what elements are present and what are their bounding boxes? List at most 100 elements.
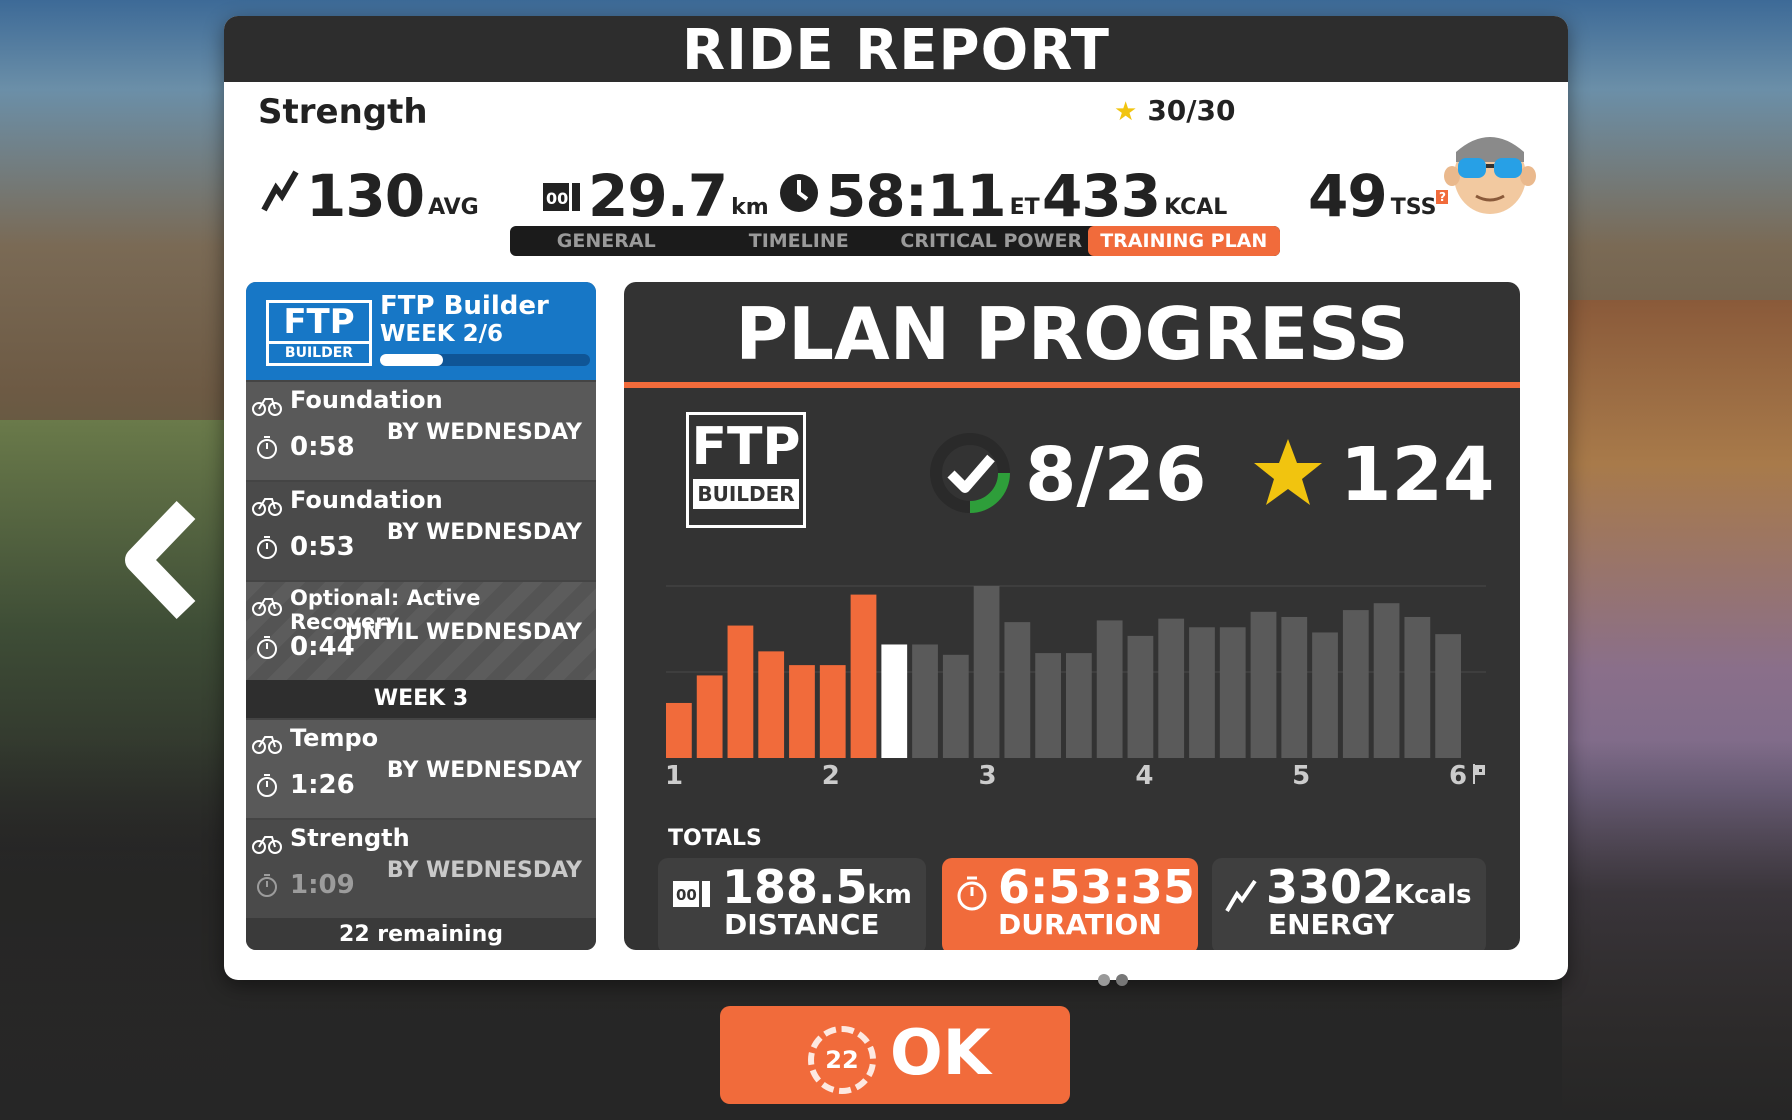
workout-duration: 1:09 xyxy=(290,870,355,900)
tab-critical-power[interactable]: CRITICAL POWER xyxy=(895,226,1088,256)
workout-title: Foundation xyxy=(290,386,443,414)
stopwatch-icon xyxy=(956,874,988,916)
week-progress-fill xyxy=(380,354,443,366)
total-energy: 3302Kcals ENERGY xyxy=(1212,858,1486,950)
chart-tick-label: 1 xyxy=(666,761,683,788)
workout-title: Foundation xyxy=(290,486,443,514)
chart-bar xyxy=(666,702,692,758)
star-icon xyxy=(1250,435,1326,515)
chart-bar xyxy=(912,644,938,758)
plan-week: WEEK 2/6 xyxy=(380,321,504,347)
chart-bar xyxy=(1004,622,1031,758)
chart-bar xyxy=(1435,634,1461,758)
chart-tick-label: 6 xyxy=(1449,761,1467,788)
plan-progress-chart: 1 2 3 4 5 6 xyxy=(666,585,1486,788)
list-item[interactable]: Foundation 0:58 BY WEDNESDAY xyxy=(246,380,596,480)
chart-bar xyxy=(758,651,785,758)
back-arrow-icon[interactable] xyxy=(118,500,208,620)
chart-bar xyxy=(1035,653,1061,758)
chart-bar xyxy=(1066,653,1092,758)
stopwatch-icon xyxy=(256,772,278,802)
list-item[interactable]: Strength 1:09 BY WEDNESDAY xyxy=(246,818,596,918)
workout-due: BY WEDNESDAY xyxy=(386,758,582,783)
workout-due: BY WEDNESDAY xyxy=(386,520,582,545)
stopwatch-icon xyxy=(256,534,278,564)
plan-progress-panel: PLAN PROGRESS FTP BUILDER 8/26 124 1 2 3 4 5… xyxy=(624,282,1520,950)
star-icon: ★ xyxy=(1114,97,1138,127)
chart-bar xyxy=(1250,611,1277,758)
chart-bar xyxy=(942,654,969,758)
list-item[interactable]: Tempo 1:26 BY WEDNESDAY xyxy=(246,718,596,818)
chart-bar xyxy=(973,586,1000,758)
stopwatch-icon xyxy=(256,434,278,464)
chart-bar xyxy=(1373,603,1400,758)
chart-bar xyxy=(727,625,754,758)
chart-bar xyxy=(1281,616,1308,758)
clock-icon xyxy=(778,172,820,218)
chart-bar xyxy=(696,675,723,758)
list-item[interactable]: Foundation 0:53 BY WEDNESDAY xyxy=(246,480,596,580)
workout-duration: 1:26 xyxy=(290,770,355,800)
chart-bar xyxy=(1127,635,1154,758)
workout-due: BY WEDNESDAY xyxy=(386,858,582,883)
week-separator: WEEK 3 xyxy=(246,680,596,718)
remaining-count: 22 remaining xyxy=(246,918,596,950)
svg-text:00: 00 xyxy=(546,189,568,208)
plan-header: FTP BUILDER FTP Builder WEEK 2/6 xyxy=(246,282,596,380)
ride-stars: ★ 30/30 xyxy=(1114,94,1236,127)
bike-icon xyxy=(252,832,282,858)
chart-bar xyxy=(850,594,877,758)
list-item[interactable]: Optional: Active Recovery 0:44 UNTIL WED… xyxy=(246,580,596,680)
chart-tick-label: 3 xyxy=(979,761,997,788)
workout-duration: 0:53 xyxy=(290,532,355,562)
svg-text:00: 00 xyxy=(676,886,697,904)
chart-bar xyxy=(1096,620,1123,758)
chart-bar xyxy=(1158,618,1185,758)
plan-progress-title: PLAN PROGRESS xyxy=(624,282,1520,388)
chart-bar xyxy=(1342,610,1369,758)
chart-bar xyxy=(1189,627,1215,758)
odometer-icon: 00 xyxy=(542,182,582,218)
bike-icon xyxy=(252,494,282,520)
tab-training-plan[interactable]: TRAINING PLAN xyxy=(1087,226,1280,256)
totals-label: TOTALS xyxy=(668,826,762,851)
ok-label: OK xyxy=(890,1016,991,1089)
chart-tick-label: 2 xyxy=(822,761,840,788)
plan-stars: 124 xyxy=(1250,432,1494,518)
week-progress-bar xyxy=(380,354,590,366)
total-duration: 6:53:35 DURATION xyxy=(942,858,1198,950)
avatar xyxy=(1442,118,1538,218)
plan-title: FTP Builder WEEK 2/6 xyxy=(380,291,549,347)
lightning-icon xyxy=(1224,878,1258,918)
page-dot-1[interactable] xyxy=(1098,974,1110,986)
tab-timeline[interactable]: TIMELINE xyxy=(703,226,896,256)
odometer-icon: 00 xyxy=(672,880,712,914)
page-dot-2[interactable] xyxy=(1116,974,1128,986)
total-distance: 00 188.5km DISTANCE xyxy=(658,858,926,950)
stat-tss: 49 TSS ? xyxy=(1308,146,1449,226)
bike-icon xyxy=(252,394,282,420)
chart-bar xyxy=(1404,616,1431,758)
stat-distance: 00 29.7 km xyxy=(542,146,769,226)
workout-due: UNTIL WEDNESDAY xyxy=(344,620,582,645)
plan-schedule: FTP BUILDER FTP Builder WEEK 2/6 Foundat… xyxy=(246,282,596,950)
countdown-timer: 22 xyxy=(808,1026,876,1094)
tab-general[interactable]: GENERAL xyxy=(510,226,703,256)
ok-button[interactable]: 22 OK xyxy=(720,1006,1070,1104)
checkmark-progress-icon xyxy=(929,432,1011,518)
workout-title: Tempo xyxy=(290,724,379,752)
chart-bar xyxy=(881,644,908,758)
lightning-icon xyxy=(260,168,300,218)
workout-duration: 0:58 xyxy=(290,432,355,462)
ftp-builder-logo: FTP BUILDER xyxy=(686,412,806,528)
chart-tick-label: 4 xyxy=(1135,761,1153,788)
workout-title: Strength xyxy=(290,824,410,852)
chart-bar xyxy=(819,665,846,758)
stopwatch-icon xyxy=(256,634,278,664)
stat-calories: 433 KCAL xyxy=(1042,162,1228,230)
chart-bar xyxy=(1312,632,1338,758)
bike-icon xyxy=(252,594,282,620)
stat-power: 130 AVG xyxy=(260,146,479,226)
page-indicator xyxy=(1098,974,1128,986)
completed-workouts: 8/26 xyxy=(929,432,1207,518)
